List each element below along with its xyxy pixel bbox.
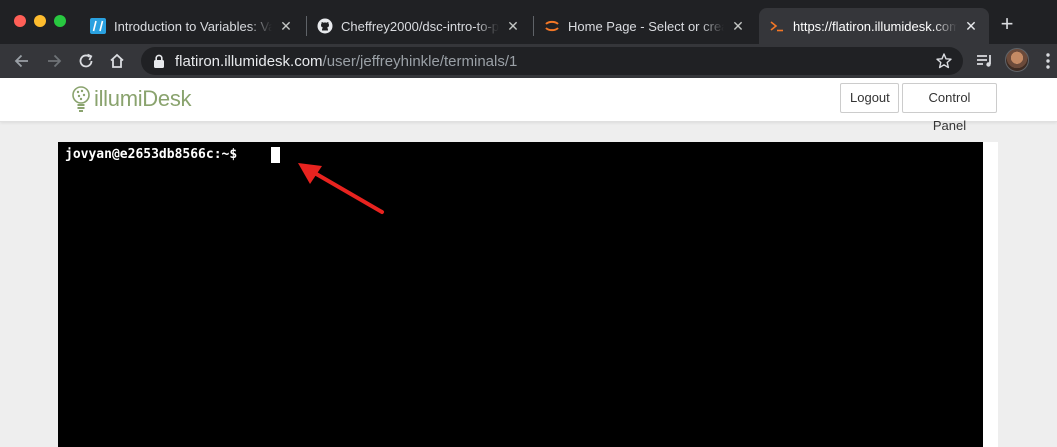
window-minimize-button[interactable]	[34, 15, 46, 27]
profile-avatar[interactable]	[1005, 48, 1029, 72]
close-icon[interactable]: ✕	[505, 18, 521, 34]
site-header: illumiDesk Logout Control Panel	[0, 78, 1057, 133]
home-button[interactable]	[104, 48, 130, 74]
forward-button[interactable]	[41, 48, 67, 74]
control-panel-button[interactable]: Control Panel	[902, 83, 997, 133]
browser-tab[interactable]: Cheffrey2000/dsc-intro-to-python ✕	[307, 8, 531, 44]
address-bar[interactable]: flatiron.illumidesk.com/user/jeffreyhink…	[141, 47, 963, 75]
logo-text: illumiDesk	[94, 86, 192, 111]
window-zoom-button[interactable]	[54, 15, 66, 27]
tab-title: Cheffrey2000/dsc-intro-to-python	[341, 18, 499, 34]
tab-title: https://flatiron.illumidesk.com/user/jef…	[793, 18, 957, 34]
page-content: illumiDesk Logout Control Panel jovyan@e…	[0, 78, 1057, 447]
back-button[interactable]	[9, 48, 35, 74]
lock-icon[interactable]	[153, 54, 165, 68]
browser-tab[interactable]: Home Page - Select or create a notebook …	[534, 8, 756, 44]
tab-title: Home Page - Select or create a notebook	[568, 18, 724, 34]
logout-button[interactable]: Logout	[840, 83, 899, 113]
terminal-icon	[769, 18, 785, 34]
browser-toolbar: flatiron.illumidesk.com/user/jeffreyhink…	[0, 44, 1057, 78]
browser-tab-active[interactable]: https://flatiron.illumidesk.com/user/jef…	[759, 8, 989, 44]
terminal-cursor	[271, 147, 280, 163]
close-icon[interactable]: ✕	[963, 18, 979, 34]
terminal-container: jovyan@e2653db8566c:~$	[58, 142, 998, 447]
window-close-button[interactable]	[14, 15, 26, 27]
browser-tab-strip: Introduction to Variables: Variables ✕ C…	[0, 0, 1057, 44]
tab-title: Introduction to Variables: Variables	[114, 18, 272, 34]
terminal-prompt: jovyan@e2653db8566c:~$	[65, 147, 238, 162]
annotation-arrow-icon	[298, 163, 384, 214]
new-tab-button[interactable]: +	[994, 12, 1020, 38]
bookmark-star-icon[interactable]	[935, 52, 953, 70]
address-url: flatiron.illumidesk.com/user/jeffreyhink…	[175, 53, 517, 70]
address-host: flatiron.illumidesk.com	[175, 52, 323, 70]
home-icon	[110, 53, 124, 68]
more-menu-icon[interactable]	[1036, 49, 1057, 73]
arrow-left-icon	[14, 54, 28, 68]
address-path: /user/jeffreyhinkle/terminals/1	[322, 52, 518, 70]
jupyter-icon	[544, 18, 560, 34]
github-icon	[317, 18, 333, 34]
arrow-right-icon	[48, 54, 62, 68]
close-icon[interactable]: ✕	[730, 18, 746, 34]
reload-button[interactable]	[73, 48, 99, 74]
browser-tab[interactable]: Introduction to Variables: Variables ✕	[80, 8, 304, 44]
learn-co-icon	[90, 18, 106, 34]
lightbulb-icon	[72, 86, 90, 112]
close-icon[interactable]: ✕	[278, 18, 294, 34]
reload-icon	[79, 53, 93, 68]
illumidesk-logo[interactable]: illumiDesk	[70, 84, 192, 114]
media-playlist-icon[interactable]	[973, 49, 997, 73]
terminal-screen[interactable]: jovyan@e2653db8566c:~$	[58, 142, 983, 447]
